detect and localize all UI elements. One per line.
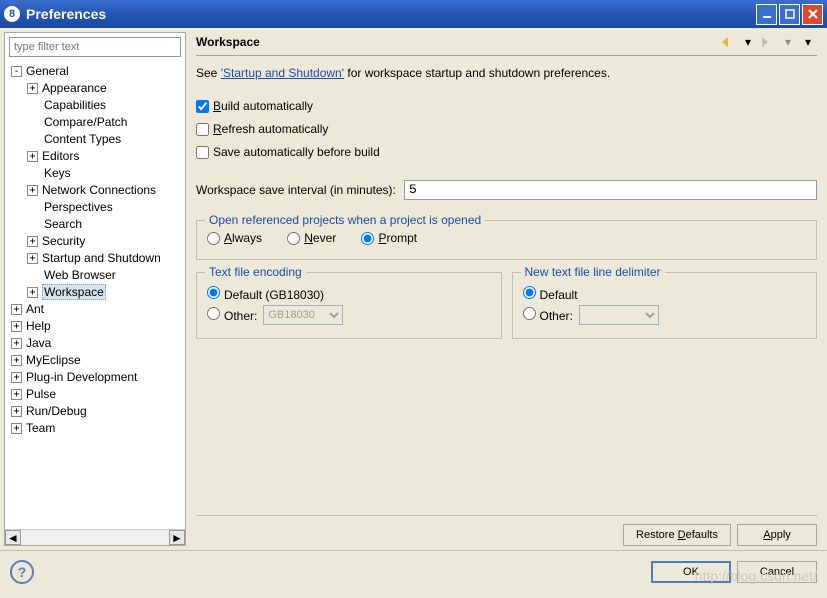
expander-icon[interactable]: + [27, 185, 38, 196]
help-button[interactable]: ? [10, 560, 34, 584]
tree-item-content-types[interactable]: Content Types [5, 131, 185, 148]
tree-item-myeclipse[interactable]: +MyEclipse [5, 352, 185, 369]
open-ref-prompt-radio[interactable]: Prompt [361, 231, 417, 245]
tree-item-run-debug[interactable]: +Run/Debug [5, 403, 185, 420]
expander-icon[interactable]: + [27, 236, 38, 247]
main-panel: Workspace ▾ ▾ ▾ See 'Startup and Shutdow… [186, 28, 827, 550]
build-automatically-checkbox[interactable]: Build automatically [196, 99, 817, 114]
encoding-other-select[interactable]: GB18030 [263, 305, 343, 325]
ok-button[interactable]: OK [651, 561, 731, 583]
apply-button[interactable]: Apply [737, 524, 817, 546]
expander-icon[interactable]: + [27, 151, 38, 162]
horizontal-scrollbar[interactable]: ◄ ► [5, 529, 185, 545]
scroll-left-button[interactable]: ◄ [5, 530, 21, 545]
delimiter-other-select[interactable] [579, 305, 659, 325]
line-delimiter-group: New text file line delimiter Default Oth… [512, 272, 818, 339]
tree-item-general[interactable]: -General [5, 63, 185, 80]
tree-item-help[interactable]: +Help [5, 318, 185, 335]
back-menu[interactable]: ▾ [739, 34, 757, 50]
titlebar: 8 Preferences [0, 0, 827, 28]
expander-icon[interactable]: + [11, 338, 22, 349]
expander-icon[interactable]: + [11, 355, 22, 366]
app-icon: 8 [4, 6, 20, 22]
expander-icon[interactable]: - [11, 66, 22, 77]
cancel-button[interactable]: Cancel [737, 561, 817, 583]
tree-item-security[interactable]: +Security [5, 233, 185, 250]
encoding-default-radio[interactable]: Default (GB18030) [207, 286, 324, 302]
tree-item-appearance[interactable]: +Appearance [5, 80, 185, 97]
tree-item-compare-patch[interactable]: Compare/Patch [5, 114, 185, 131]
delimiter-other-radio[interactable]: Other: [523, 307, 573, 323]
bottom-bar: ? OK Cancel [0, 550, 827, 592]
save-interval-input[interactable] [404, 180, 817, 200]
save-before-build-checkbox[interactable]: Save automatically before build [196, 145, 817, 160]
forward-button[interactable] [759, 34, 777, 50]
expander-icon[interactable]: + [27, 253, 38, 264]
sidebar: -General+AppearanceCapabilitiesCompare/P… [4, 32, 186, 546]
expander-icon[interactable]: + [11, 423, 22, 434]
tree-item-pulse[interactable]: +Pulse [5, 386, 185, 403]
tree-item-capabilities[interactable]: Capabilities [5, 97, 185, 114]
restore-defaults-button[interactable]: Restore Defaults [623, 524, 731, 546]
startup-shutdown-link[interactable]: 'Startup and Shutdown' [221, 66, 344, 80]
minimize-button[interactable] [756, 4, 777, 25]
expander-icon[interactable]: + [27, 83, 38, 94]
encoding-other-radio[interactable]: Other: [207, 307, 257, 323]
maximize-button[interactable] [779, 4, 800, 25]
expander-icon[interactable]: + [11, 321, 22, 332]
back-button[interactable] [719, 34, 737, 50]
close-button[interactable] [802, 4, 823, 25]
description-text: See 'Startup and Shutdown' for workspace… [196, 66, 817, 81]
refresh-automatically-checkbox[interactable]: Refresh automatically [196, 122, 817, 137]
expander-icon[interactable]: + [27, 287, 38, 298]
tree-item-perspectives[interactable]: Perspectives [5, 199, 185, 216]
tree-item-plug-in-development[interactable]: +Plug-in Development [5, 369, 185, 386]
expander-icon[interactable]: + [11, 406, 22, 417]
open-ref-always-radio[interactable]: Always [207, 231, 262, 245]
forward-menu[interactable]: ▾ [779, 34, 797, 50]
page-title: Workspace [196, 35, 260, 49]
preference-tree[interactable]: -General+AppearanceCapabilitiesCompare/P… [5, 61, 185, 529]
tree-item-search[interactable]: Search [5, 216, 185, 233]
scroll-right-button[interactable]: ► [169, 530, 185, 545]
tree-item-team[interactable]: +Team [5, 420, 185, 437]
text-encoding-group: Text file encoding Default (GB18030) Oth… [196, 272, 502, 339]
open-ref-never-radio[interactable]: Never [287, 231, 336, 245]
expander-icon[interactable]: + [11, 304, 22, 315]
filter-input[interactable] [9, 37, 181, 57]
tree-item-ant[interactable]: +Ant [5, 301, 185, 318]
interval-label: Workspace save interval (in minutes): [196, 183, 396, 197]
tree-item-keys[interactable]: Keys [5, 165, 185, 182]
tree-item-workspace[interactable]: +Workspace [5, 284, 185, 301]
tree-item-network-connections[interactable]: +Network Connections [5, 182, 185, 199]
expander-icon[interactable]: + [11, 389, 22, 400]
tree-item-startup-and-shutdown[interactable]: +Startup and Shutdown [5, 250, 185, 267]
window-title: Preferences [26, 6, 106, 22]
view-menu[interactable]: ▾ [799, 34, 817, 50]
tree-item-editors[interactable]: +Editors [5, 148, 185, 165]
open-referenced-group: Open referenced projects when a project … [196, 220, 817, 260]
tree-item-java[interactable]: +Java [5, 335, 185, 352]
tree-item-web-browser[interactable]: Web Browser [5, 267, 185, 284]
delimiter-default-radio[interactable]: Default [523, 286, 578, 302]
expander-icon[interactable]: + [11, 372, 22, 383]
